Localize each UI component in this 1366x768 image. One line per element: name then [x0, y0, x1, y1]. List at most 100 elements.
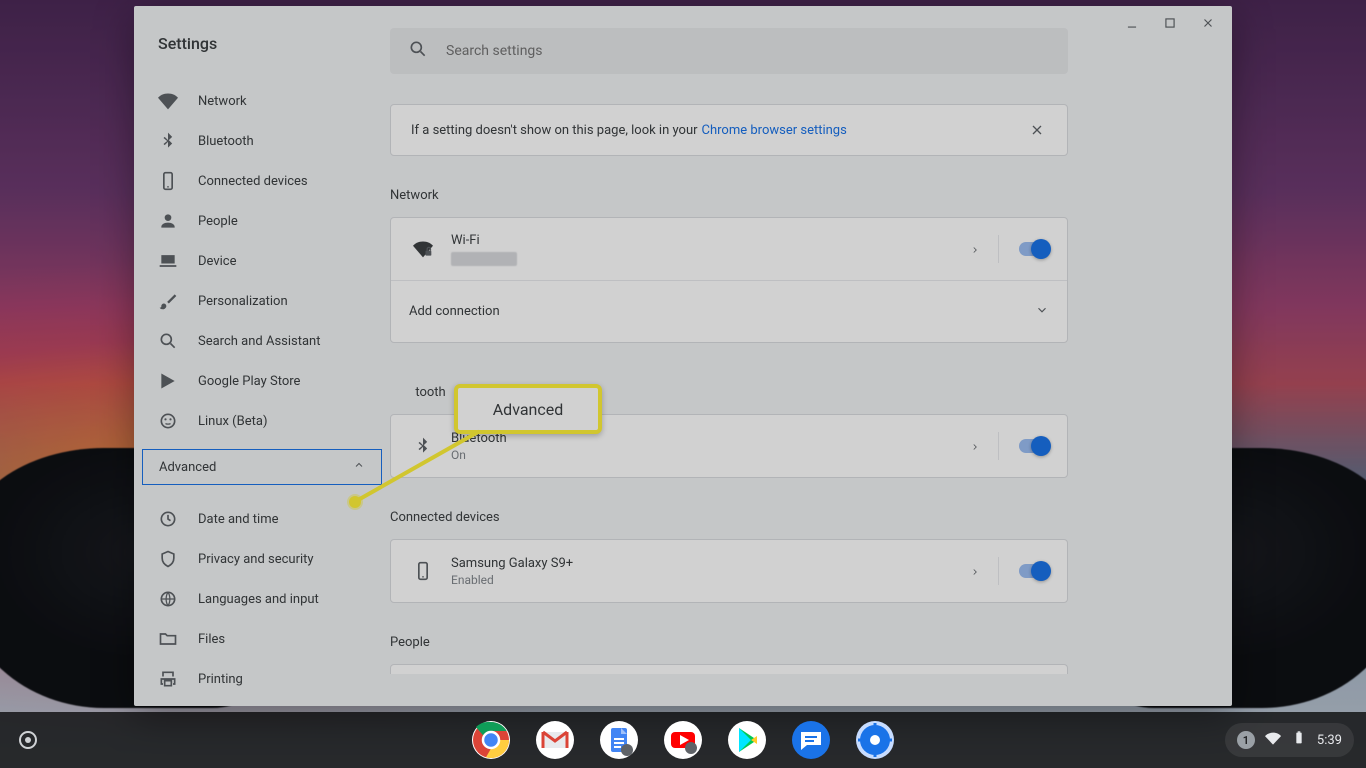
- sidebar-item-privacy-security[interactable]: Privacy and security: [134, 539, 390, 579]
- sidebar-item-bluetooth[interactable]: Bluetooth: [134, 121, 390, 161]
- connected-card: Samsung Galaxy S9+ Enabled: [390, 539, 1068, 603]
- sidebar-item-languages-input[interactable]: Languages and input: [134, 579, 390, 619]
- network-card: Wi-Fi Add connection: [390, 217, 1068, 343]
- launcher-button[interactable]: [0, 731, 56, 749]
- wifi-secure-icon: [409, 239, 437, 259]
- sidebar-item-label: Device: [198, 254, 237, 269]
- docs-app-icon[interactable]: [599, 720, 639, 760]
- sidebar-item-files[interactable]: Files: [134, 619, 390, 659]
- sidebar-item-network[interactable]: Network: [134, 81, 390, 121]
- section-title-network: Network: [390, 188, 1204, 203]
- sidebar-item-personalization[interactable]: Personalization: [134, 281, 390, 321]
- laptop-icon: [158, 251, 178, 271]
- window-titlebar: [1124, 6, 1232, 40]
- phone-icon: [158, 171, 178, 191]
- sidebar-item-linux-beta[interactable]: Linux (Beta): [134, 401, 390, 441]
- sidebar-item-label: Search and Assistant: [198, 334, 321, 349]
- printer-icon: [158, 669, 178, 689]
- sidebar-item-search-assistant[interactable]: Search and Assistant: [134, 321, 390, 361]
- sidebar-item-label: Connected devices: [198, 174, 308, 189]
- linux-icon: [158, 411, 178, 431]
- settings-sidebar: Settings Network Bluetooth Connected dev…: [134, 6, 390, 706]
- settings-main: If a setting doesn't show on this page, …: [390, 6, 1232, 706]
- sidebar-item-date-time[interactable]: Date and time: [134, 499, 390, 539]
- search-icon: [158, 331, 178, 351]
- sidebar-item-label: Printing: [198, 672, 243, 687]
- search-bar[interactable]: [390, 28, 1068, 74]
- section-title-people: People: [390, 635, 1204, 650]
- page-title: Settings: [134, 34, 390, 67]
- sidebar-item-label: Bluetooth: [198, 134, 254, 149]
- gmail-app-icon[interactable]: [535, 720, 575, 760]
- youtube-app-icon[interactable]: [663, 720, 703, 760]
- info-banner: If a setting doesn't show on this page, …: [390, 104, 1068, 156]
- shelf-apps: [471, 720, 895, 760]
- sidebar-item-label: Date and time: [198, 512, 279, 527]
- shelf: 1 5:39: [0, 712, 1366, 768]
- add-connection-row[interactable]: Add connection: [391, 280, 1067, 342]
- sidebar-item-label: Languages and input: [198, 592, 319, 607]
- clock-icon: [158, 509, 178, 529]
- window-close-button[interactable]: [1200, 15, 1216, 31]
- banner-close-button[interactable]: [1021, 114, 1053, 146]
- phone-icon: [409, 561, 437, 581]
- sidebar-item-label: Files: [198, 632, 225, 647]
- window-maximize-button[interactable]: [1162, 15, 1178, 31]
- bluetooth-row[interactable]: Bluetooth On: [391, 415, 1067, 477]
- chevron-down-icon: [1035, 302, 1049, 321]
- sidebar-item-label: Personalization: [198, 294, 288, 309]
- chevron-right-icon: [970, 240, 980, 259]
- tray-wifi-icon: [1265, 730, 1281, 750]
- sidebar-item-printing[interactable]: Printing: [134, 659, 390, 699]
- search-input[interactable]: [446, 43, 1050, 59]
- wifi-toggle[interactable]: [1019, 242, 1049, 256]
- sidebar-item-connected-devices[interactable]: Connected devices: [134, 161, 390, 201]
- bluetooth-card: Bluetooth On: [390, 414, 1068, 478]
- tray-battery-icon: [1291, 730, 1307, 750]
- connected-device-name: Samsung Galaxy S9+: [451, 556, 573, 571]
- connected-device-row[interactable]: Samsung Galaxy S9+ Enabled: [391, 540, 1067, 602]
- sidebar-advanced-toggle[interactable]: Advanced: [142, 449, 382, 485]
- connected-device-toggle[interactable]: [1019, 564, 1049, 578]
- banner-link[interactable]: Chrome browser settings: [702, 123, 847, 138]
- brush-icon: [158, 291, 178, 311]
- section-title-connected: Connected devices: [390, 510, 1204, 525]
- system-tray[interactable]: 1 5:39: [1213, 723, 1366, 757]
- tray-clock: 5:39: [1317, 733, 1342, 748]
- sidebar-item-label: Privacy and security: [198, 552, 314, 567]
- notification-badge[interactable]: 1: [1237, 731, 1255, 749]
- person-icon: [158, 211, 178, 231]
- sidebar-item-label: Linux (Beta): [198, 414, 267, 429]
- bluetooth-toggle[interactable]: [1019, 439, 1049, 453]
- globe-icon: [158, 589, 178, 609]
- sidebar-item-play-store[interactable]: Google Play Store: [134, 361, 390, 401]
- window-minimize-button[interactable]: [1124, 15, 1140, 31]
- settings-app-icon[interactable]: [855, 720, 895, 760]
- sidebar-item-label: Google Play Store: [198, 374, 300, 389]
- sidebar-advanced-label: Advanced: [159, 460, 216, 475]
- play-store-icon: [158, 371, 178, 391]
- chrome-app-icon[interactable]: [471, 720, 511, 760]
- wifi-row[interactable]: Wi-Fi: [391, 218, 1067, 280]
- wifi-icon: [158, 91, 178, 111]
- settings-window: Settings Network Bluetooth Connected dev…: [134, 6, 1232, 706]
- bluetooth-status: On: [451, 448, 507, 462]
- banner-text: If a setting doesn't show on this page, …: [411, 123, 698, 138]
- wifi-title: Wi-Fi: [451, 233, 517, 248]
- add-connection-label: Add connection: [409, 304, 500, 319]
- sidebar-item-device[interactable]: Device: [134, 241, 390, 281]
- section-title-bluetooth: Bluetooth: [390, 385, 1204, 400]
- chevron-right-icon: [970, 437, 980, 456]
- shield-icon: [158, 549, 178, 569]
- chevron-up-icon: [353, 459, 365, 475]
- bluetooth-icon: [409, 436, 437, 456]
- search-icon: [408, 39, 428, 63]
- bluetooth-title: Bluetooth: [451, 431, 507, 446]
- people-card: [390, 664, 1068, 674]
- messages-app-icon[interactable]: [791, 720, 831, 760]
- sidebar-item-people[interactable]: People: [134, 201, 390, 241]
- sidebar-item-label: People: [198, 214, 238, 229]
- play-store-app-icon[interactable]: [727, 720, 767, 760]
- wifi-ssid-redacted: [451, 252, 517, 266]
- connected-device-status: Enabled: [451, 573, 573, 587]
